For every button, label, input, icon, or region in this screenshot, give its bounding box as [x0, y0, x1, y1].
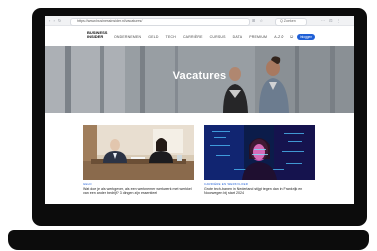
- menu-item-geld[interactable]: GELD: [148, 35, 158, 39]
- browser-window: ‹ › ↻ https://www.businessinsider.nl/vac…: [45, 16, 354, 204]
- site-header: BUSINESS INSIDER ONDERNEMEN GELD TECH CA…: [45, 26, 354, 46]
- page-title: Vacatures: [172, 70, 227, 82]
- meeting-photo: [83, 125, 194, 180]
- user-icon[interactable]: ☺: [289, 35, 294, 40]
- article-card[interactable]: GELD Wat doe je als werkgever, als een w…: [83, 125, 194, 196]
- browser-toolbar: ‹ › ↻ https://www.businessinsider.nl/vac…: [45, 16, 354, 26]
- menu-item-a-z[interactable]: A-Z: [274, 35, 280, 39]
- menu-item-data[interactable]: DATA: [233, 35, 243, 39]
- login-button-label: Inloggen: [299, 34, 313, 39]
- laptop-base: [8, 230, 369, 250]
- menu-item-premium[interactable]: PREMIUM: [249, 35, 267, 39]
- browser-search-text: Q Zoeken: [280, 19, 296, 23]
- article-category[interactable]: CARRIÈRE EN WERKVLOER: [204, 182, 315, 187]
- site-logo[interactable]: BUSINESS INSIDER: [87, 30, 113, 39]
- article-category[interactable]: GELD: [83, 182, 194, 187]
- browser-search-field[interactable]: Q Zoeken: [275, 17, 307, 26]
- browser-tool-icons[interactable]: ⊞ ☆: [252, 18, 265, 23]
- search-icon[interactable]: ⌕: [281, 35, 284, 40]
- article-card[interactable]: CARRIÈRE EN WERKVLOER Grote tech-banen i…: [204, 125, 315, 196]
- article-thumbnail[interactable]: [83, 125, 194, 180]
- article-thumbnail[interactable]: [204, 125, 315, 180]
- menu-item-tech[interactable]: TECH: [166, 35, 176, 39]
- tech-photo: [204, 125, 315, 180]
- menu-item-carriere[interactable]: CARRIÈRE: [183, 35, 203, 39]
- article-title[interactable]: Wat doe je als werkgever, als een werkne…: [83, 187, 194, 196]
- article-grid: GELD Wat doe je als werkgever, als een w…: [45, 113, 354, 204]
- browser-extension-icons[interactable]: ⋯ ⊡ ⋮: [321, 18, 342, 23]
- login-button[interactable]: Inloggen: [297, 33, 315, 40]
- menu-item-cursus[interactable]: CURSUS: [210, 35, 226, 39]
- address-bar-url: https://www.businessinsider.nl/vacatures…: [77, 19, 143, 23]
- address-bar[interactable]: https://www.businessinsider.nl/vacatures…: [70, 17, 250, 26]
- article-title[interactable]: Grote tech-banen in Nederland stijgt teg…: [204, 187, 315, 196]
- browser-nav-icons[interactable]: ‹ › ↻: [49, 18, 62, 23]
- hero-banner: Vacatures: [45, 46, 354, 113]
- menu-item-ondernemen[interactable]: ONDERNEMEN: [114, 35, 141, 39]
- main-menu: ONDERNEMEN GELD TECH CARRIÈRE CURSUS DAT…: [114, 35, 280, 39]
